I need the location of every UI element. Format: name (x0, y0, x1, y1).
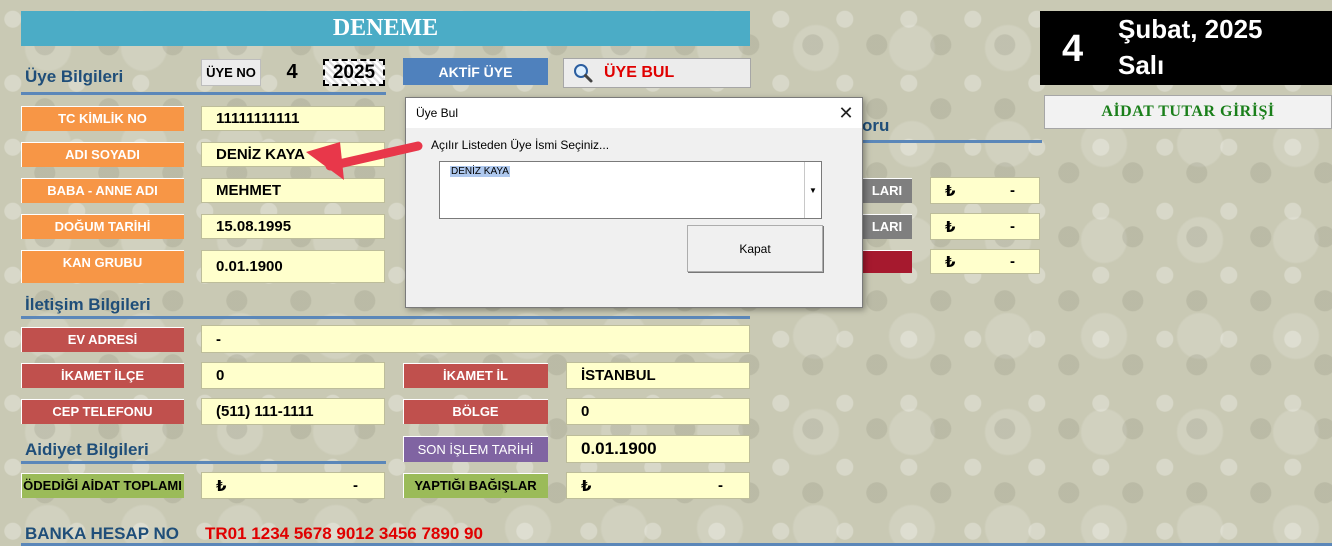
currency-symbol: ₺ (945, 182, 956, 200)
combobox-selected-value: DENİZ KAYA (450, 166, 510, 177)
dogum-tarihi-label: DOĞUM TARİHİ (21, 214, 184, 239)
son-islem-field[interactable]: 0.01.1900 (566, 435, 750, 463)
ev-adresi-field[interactable]: - (201, 325, 750, 353)
aidat-tutar-girisi-button[interactable]: AİDAT TUTAR GİRİŞİ (1044, 95, 1332, 129)
right-row-value: - (1010, 182, 1015, 199)
yaptigi-bagislar-label: YAPTIĞI BAĞIŞLAR (403, 473, 548, 498)
search-icon (574, 64, 593, 83)
tc-kimlik-label: TC KİMLİK NO (21, 106, 184, 131)
section-title-uye: Üye Bilgileri (25, 67, 124, 86)
cep-telefonu-field[interactable]: (511) 111-1111 (201, 398, 385, 425)
adi-soyadi-label: ADI SOYADI (21, 142, 184, 167)
right-row-field[interactable]: ₺ - (930, 249, 1040, 274)
currency-symbol: ₺ (945, 253, 956, 271)
date-weekday: Salı (1118, 50, 1165, 80)
date-day: 4 (1062, 28, 1084, 70)
right-row-label: LARI (862, 178, 912, 203)
odedigi-aidat-field[interactable]: ₺ - (201, 472, 385, 499)
dialog-title: Üye Bul (416, 106, 459, 120)
dialog-prompt: Açılır Listeden Üye İsmi Seçiniz... (431, 138, 610, 152)
yaptigi-bagislar-field[interactable]: ₺ - (566, 472, 750, 499)
close-icon[interactable]: ✕ (834, 101, 858, 125)
kapat-button[interactable]: Kapat (687, 225, 823, 272)
banka-hesap-label: BANKA HESAP NO (25, 524, 179, 543)
right-row-value: - (1010, 253, 1015, 270)
uye-no-label: ÜYE NO (201, 59, 261, 86)
section-divider (21, 316, 750, 319)
currency-symbol: ₺ (216, 477, 227, 495)
bolge-label: BÖLGE (403, 399, 548, 424)
right-row-label (862, 250, 912, 273)
bolge-field[interactable]: 0 (566, 398, 750, 425)
year-field[interactable]: 2025 (323, 59, 385, 86)
currency-symbol: ₺ (581, 477, 592, 495)
aktif-uye-button[interactable]: AKTİF ÜYE (403, 58, 548, 85)
kan-grubu-field[interactable]: 0.01.1900 (201, 250, 385, 283)
chevron-down-icon[interactable]: ▼ (804, 162, 821, 218)
right-row-field[interactable]: ₺ - (930, 177, 1040, 204)
right-panel-heading: oru (862, 116, 890, 135)
section-divider (21, 92, 386, 95)
section-title-aidiyet: Aidiyet Bilgileri (25, 440, 149, 459)
odedigi-aidat-value: - (353, 477, 358, 494)
odedigi-aidat-label: ÖDEDİĞİ AİDAT TOPLAMI (21, 473, 184, 498)
cep-telefonu-label: CEP TELEFONU (21, 399, 184, 424)
right-row-label: LARI (862, 214, 912, 239)
iban-value: TR01 1234 5678 9012 3456 7890 90 (205, 524, 483, 543)
son-islem-label: SON İŞLEM TARİHİ (403, 436, 548, 462)
uye-bul-label: ÜYE BUL (604, 64, 675, 81)
yaptigi-bagislar-value: - (718, 477, 723, 494)
section-divider (862, 140, 1042, 143)
right-row-value: - (1010, 218, 1015, 235)
kan-grubu-label: KAN GRUBU (21, 250, 184, 283)
section-divider (21, 461, 386, 464)
ikamet-ilce-field[interactable]: 0 (201, 362, 385, 389)
uye-bul-dialog: Üye Bul ✕ Açılır Listeden Üye İsmi Seçin… (405, 97, 863, 308)
page-title: DENEME (21, 11, 750, 46)
date-month-year: Şubat, 2025 (1118, 14, 1263, 44)
uye-bul-button[interactable]: ÜYE BUL (563, 58, 751, 88)
arrow-icon (306, 141, 423, 180)
ikamet-il-field[interactable]: İSTANBUL (566, 362, 750, 389)
dialog-titlebar[interactable] (406, 98, 862, 128)
currency-symbol: ₺ (945, 218, 956, 236)
uye-no-value: 4 (286, 61, 298, 83)
baba-anne-label: BABA - ANNE ADI (21, 178, 184, 203)
right-row-field[interactable]: ₺ - (930, 213, 1040, 240)
section-title-iletisim: İletişim Bilgileri (25, 295, 151, 314)
ikamet-il-label: İKAMET İL (403, 363, 548, 388)
dogum-tarihi-field[interactable]: 15.08.1995 (201, 214, 385, 239)
member-combobox[interactable]: DENİZ KAYA ▼ (439, 161, 822, 219)
ikamet-ilce-label: İKAMET İLÇE (21, 363, 184, 388)
ev-adresi-label: EV ADRESİ (21, 327, 184, 352)
